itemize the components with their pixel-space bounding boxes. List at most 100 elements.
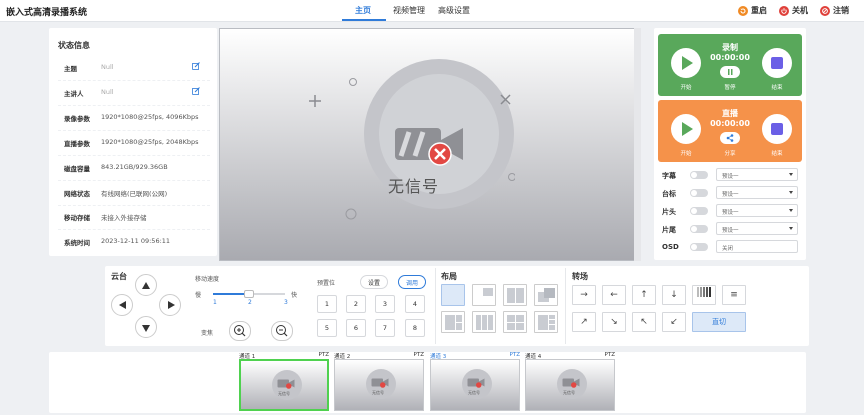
speed-slider-handle[interactable]: [244, 290, 254, 298]
overlay-label: 台标: [662, 190, 676, 198]
status-label: 主题: [64, 65, 77, 73]
overlay-toggle[interactable]: [690, 171, 708, 179]
transition-diag-up-right[interactable]: ↗: [572, 312, 596, 332]
record-start-button[interactable]: [671, 48, 701, 78]
no-signal-text: 无信号: [278, 391, 290, 396]
layout-overlap[interactable]: [534, 284, 558, 306]
preset-button-7[interactable]: 7: [375, 319, 395, 337]
live-start-button[interactable]: [671, 114, 701, 144]
transition-slide-down[interactable]: ↓: [662, 285, 686, 305]
arrow-down-left-icon: ↙: [670, 317, 678, 327]
transition-blinds[interactable]: ≡: [722, 285, 746, 305]
status-value: 1920*1080@25fps, 4096Kbps: [101, 113, 199, 121]
power-icon: [779, 5, 789, 16]
pause-icon: [728, 69, 733, 75]
overlay-toggle[interactable]: [690, 207, 708, 215]
layout-1-plus-3[interactable]: [534, 311, 558, 333]
select-value: 预设一: [722, 174, 739, 180]
video-preview[interactable]: 无信号: [219, 28, 635, 261]
overlay-select[interactable]: 预设一: [716, 222, 798, 235]
overlay-select[interactable]: 预设一: [716, 168, 798, 181]
speed-slider-track[interactable]: [213, 290, 285, 298]
layout-grid-4[interactable]: [503, 311, 527, 333]
ptz-badge[interactable]: PTZ: [319, 352, 329, 358]
transition-fade[interactable]: [692, 285, 716, 305]
live-share-button[interactable]: [720, 132, 740, 144]
restart-icon: [738, 5, 748, 16]
layout-split-3[interactable]: [472, 311, 496, 333]
stop-icon: [771, 123, 783, 135]
ptz-badge[interactable]: PTZ: [510, 352, 520, 358]
channel-preview: 无信号: [334, 359, 424, 411]
status-row-live-params: 直播参数 1920*1080@25fps, 2048Kbps: [58, 135, 210, 156]
record-pause-button[interactable]: [720, 66, 740, 78]
layout-split-2[interactable]: [503, 284, 527, 306]
preset-button-5[interactable]: 5: [317, 319, 337, 337]
overlay-toggle[interactable]: [690, 189, 708, 197]
no-signal-text: 无信号: [372, 390, 384, 395]
transition-cut-button[interactable]: 直切: [692, 312, 746, 332]
layout-1-plus-2[interactable]: [441, 311, 465, 333]
status-label: 直播参数: [64, 140, 90, 148]
preview-scrollbar[interactable]: [634, 28, 641, 261]
transition-slide-up[interactable]: ↑: [632, 285, 656, 305]
transition-diag-down-right[interactable]: ↘: [602, 312, 626, 332]
transition-slide-right[interactable]: →: [572, 285, 596, 305]
overlay-select[interactable]: 预设一: [716, 204, 798, 217]
status-row-record-params: 录像参数 1920*1080@25fps, 4096Kbps: [58, 110, 210, 131]
preset-button-4[interactable]: 4: [405, 295, 425, 313]
caret-down-icon: [789, 173, 793, 176]
ptz-badge[interactable]: PTZ: [414, 352, 424, 358]
status-row-topic: 主题 Null: [58, 60, 210, 81]
restart-button[interactable]: 重启: [738, 5, 767, 16]
edit-icon[interactable]: [192, 62, 200, 70]
status-value: 843.21GB/929.36GB: [101, 163, 168, 171]
select-value: 预设一: [722, 192, 739, 198]
overlay-toggle[interactable]: [690, 243, 708, 251]
arrow-up-left-icon: ↖: [640, 317, 648, 327]
logout-icon: [820, 5, 830, 16]
channel-thumb-3[interactable]: 通道 3 PTZ 无信号: [430, 352, 520, 412]
logout-button[interactable]: 注销: [820, 5, 849, 16]
preset-button-3[interactable]: 3: [375, 295, 395, 313]
overlay-select[interactable]: 预设一: [716, 186, 798, 199]
ptz-down-button[interactable]: [135, 316, 157, 338]
zoom-label: 变焦: [201, 330, 214, 337]
live-stop-button[interactable]: [762, 114, 792, 144]
play-icon: [682, 122, 693, 136]
record-stop-button[interactable]: [762, 48, 792, 78]
layout-single[interactable]: [441, 284, 465, 306]
status-label: 系统时间: [64, 239, 90, 247]
status-row-network: 网络状态 有线网络(已联网(公网): [58, 185, 210, 206]
transition-diag-down-left[interactable]: ↙: [662, 312, 686, 332]
ptz-right-button[interactable]: [159, 294, 181, 316]
shutdown-button[interactable]: 关机: [779, 5, 808, 16]
preset-call-button[interactable]: 调用: [398, 275, 426, 289]
preset-set-button[interactable]: 设置: [360, 275, 388, 289]
zoom-out-icon[interactable]: [271, 321, 293, 341]
preset-button-2[interactable]: 2: [346, 295, 366, 313]
preset-button-1[interactable]: 1: [317, 295, 337, 313]
tab-advanced-settings[interactable]: 高级设置: [438, 5, 470, 16]
channel-thumb-1[interactable]: 通道 1 PTZ 无信号: [239, 352, 329, 412]
preset-button-6[interactable]: 6: [346, 319, 366, 337]
channel-thumb-2[interactable]: 通道 2 PTZ 无信号: [334, 352, 424, 412]
transition-diag-up-left[interactable]: ↖: [632, 312, 656, 332]
preset-button-8[interactable]: 8: [405, 319, 425, 337]
channel-thumb-4[interactable]: 通道 4 PTZ 无信号: [525, 352, 615, 412]
edit-icon[interactable]: [192, 87, 200, 95]
osd-input[interactable]: 关闭: [716, 240, 798, 253]
tab-video-management[interactable]: 视频管理: [393, 5, 425, 16]
zoom-in-icon[interactable]: [229, 321, 251, 341]
transition-slide-left[interactable]: ←: [602, 285, 626, 305]
app-title: 嵌入式高清录播系统: [6, 8, 88, 18]
no-signal-camera-icon: [395, 128, 463, 166]
control-panel: 云台 移动速度 慢 快 1 2 3 变焦 预置位 设置 调用 1 2 3 4 5…: [105, 266, 809, 346]
ptz-left-button[interactable]: [111, 294, 133, 316]
ptz-badge[interactable]: PTZ: [605, 352, 615, 358]
overlay-toggle[interactable]: [690, 225, 708, 233]
tab-home[interactable]: 主页: [355, 5, 371, 16]
ptz-up-button[interactable]: [135, 274, 157, 296]
channel-preview: 无信号: [430, 359, 520, 411]
layout-pip[interactable]: [472, 284, 496, 306]
